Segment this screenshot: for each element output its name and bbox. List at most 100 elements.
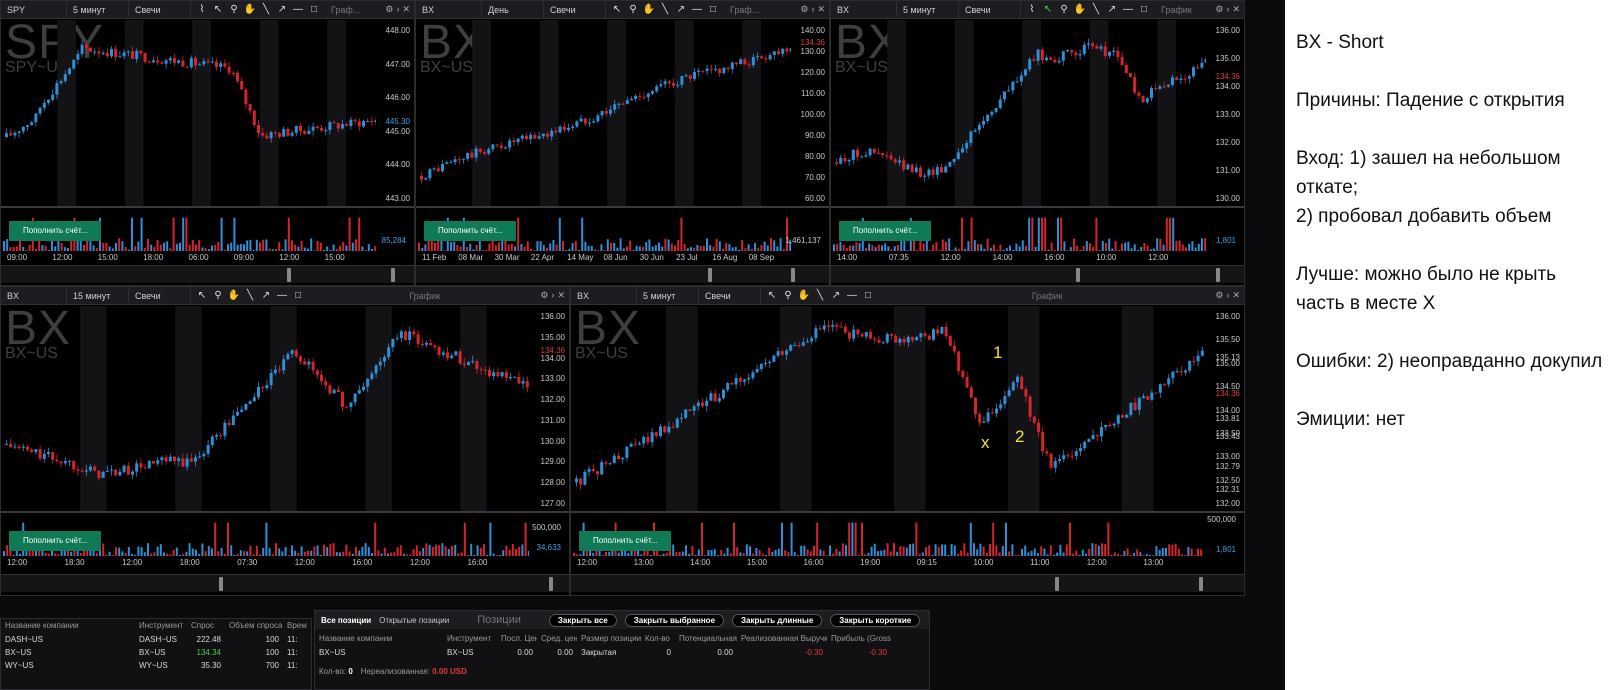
hline-tool-icon[interactable]: — <box>690 3 704 17</box>
settings-icon[interactable]: ⚙ <box>1215 4 1223 15</box>
rect-tool-icon[interactable]: □ <box>1137 3 1151 17</box>
rect-tool-icon[interactable]: □ <box>307 3 321 17</box>
navigator-handle-right[interactable] <box>1216 268 1220 282</box>
chart-type-selector[interactable]: Свечи <box>129 287 191 304</box>
line-tool-icon[interactable]: ╲ <box>259 3 273 17</box>
navigator-handle-left[interactable] <box>287 268 291 282</box>
positions-col-header[interactable]: Сред. цена <box>537 632 577 646</box>
price-chart[interactable] <box>831 20 1206 206</box>
rect-tool-icon[interactable]: □ <box>291 289 305 303</box>
cursor-icon[interactable]: ↖ <box>765 289 779 303</box>
zoom-icon[interactable]: ⚲ <box>211 289 225 303</box>
tab-open-positions[interactable]: Открытые позиции <box>379 616 449 625</box>
interval-selector[interactable]: 5 минут <box>637 287 699 304</box>
timeline-navigator[interactable] <box>571 574 1244 592</box>
navigator-handle-left[interactable] <box>1055 577 1059 591</box>
positions-col-header[interactable]: Размер позиции <box>577 632 641 646</box>
hline-tool-icon[interactable]: — <box>291 3 305 17</box>
deposit-button[interactable]: Пополнить счёт... <box>9 531 102 551</box>
list-item[interactable]: WY~US WY~US 35.30 700 11: <box>1 659 311 672</box>
close-short-button[interactable]: Закрыть короткие <box>830 613 921 627</box>
close-all-button[interactable]: Закрыть все <box>548 613 617 627</box>
line-tool-icon[interactable]: ╲ <box>243 289 257 303</box>
cursor-icon[interactable]: ↖ <box>1041 3 1055 17</box>
interval-selector[interactable]: 15 минут <box>67 287 129 304</box>
deposit-button[interactable]: Пополнить счёт... <box>9 221 102 241</box>
positions-col-header[interactable]: Потенциальная <box>675 632 737 646</box>
cursor-icon[interactable]: ↖ <box>211 3 225 17</box>
chevron-icon[interactable]: › <box>1226 290 1229 301</box>
list-item[interactable]: BX~US BX~US 134.34 100 11: <box>1 646 311 659</box>
navigator-handle-right[interactable] <box>549 577 553 591</box>
hline-tool-icon[interactable]: — <box>275 289 289 303</box>
chart-type-selector[interactable]: Свечи <box>544 1 606 18</box>
interval-selector[interactable]: День <box>482 1 544 18</box>
chart-type-selector[interactable]: Свечи <box>959 1 1021 18</box>
col-bid-size[interactable]: Объем спроса <box>225 619 283 633</box>
chart-type-selector[interactable]: Свечи <box>129 1 191 18</box>
close-icon[interactable]: ✕ <box>402 4 410 15</box>
chart-type-selector[interactable]: Свечи <box>699 287 761 304</box>
list-item[interactable]: DASH~US DASH~US 222.48 100 11: <box>1 633 311 646</box>
navigator-handle-right[interactable] <box>391 268 395 282</box>
chevron-icon[interactable]: › <box>396 4 399 15</box>
rect-tool-icon[interactable]: □ <box>861 289 875 303</box>
hline-tool-icon[interactable]: — <box>845 289 859 303</box>
price-chart[interactable] <box>416 20 791 206</box>
positions-col-header[interactable]: Реализованная Выручка <box>737 632 827 646</box>
settings-icon[interactable]: ⚙ <box>385 4 393 15</box>
close-icon[interactable]: ✕ <box>817 4 825 15</box>
timeline-navigator[interactable] <box>416 265 829 283</box>
cursor-icon[interactable]: ↖ <box>610 3 624 17</box>
close-icon[interactable]: ✕ <box>557 290 565 301</box>
pan-hand-icon[interactable]: ✋ <box>1073 3 1087 17</box>
chevron-icon[interactable]: › <box>1226 4 1229 15</box>
zoom-icon[interactable]: ⚲ <box>1057 3 1071 17</box>
arrow-tool-icon[interactable]: ↗ <box>275 3 289 17</box>
pan-hand-icon[interactable]: ✋ <box>797 289 811 303</box>
navigator-handle-left[interactable] <box>708 268 712 282</box>
settings-icon[interactable]: ⚙ <box>540 290 548 301</box>
close-icon[interactable]: ✕ <box>1232 290 1240 301</box>
deposit-button[interactable]: Пополнить счёт... <box>579 531 672 551</box>
positions-col-header[interactable]: Посл. Цена <box>497 632 537 646</box>
navigator-handle-left[interactable] <box>1076 268 1080 282</box>
tab-all-positions[interactable]: Все позиции <box>321 616 371 625</box>
close-selected-button[interactable]: Закрыть выбранное <box>624 613 725 627</box>
zoom-icon[interactable]: ⚲ <box>781 289 795 303</box>
line-tool-icon[interactable]: ╲ <box>813 289 827 303</box>
deposit-button[interactable]: Пополнить счёт... <box>839 221 932 241</box>
col-bid[interactable]: Спрос <box>187 619 225 633</box>
positions-col-header[interactable]: Название компании <box>315 632 443 646</box>
col-instrument[interactable]: Инструмент <box>135 619 187 633</box>
table-row[interactable]: BX~US BX~US 0.00 0.00 Закрытая 0 0.00 -0.30 -0.3… <box>315 646 929 659</box>
col-company[interactable]: Название компании <box>1 619 135 633</box>
timeline-navigator[interactable] <box>1 265 414 283</box>
hline-tool-icon[interactable]: — <box>1121 3 1135 17</box>
navigator-handle-left[interactable] <box>219 577 223 591</box>
positions-col-header[interactable]: Прибыль (Gross) <box>827 632 891 646</box>
deposit-button[interactable]: Пополнить счёт... <box>424 221 517 241</box>
price-chart[interactable] <box>571 306 1204 511</box>
chevron-icon[interactable]: › <box>811 4 814 15</box>
pan-hand-icon[interactable]: ✋ <box>642 3 656 17</box>
navigator-handle-right[interactable] <box>1199 577 1203 591</box>
timeline-navigator[interactable] <box>1 574 569 592</box>
positions-col-header[interactable]: Кол-во <box>641 632 675 646</box>
navigator-handle-right[interactable] <box>791 268 795 282</box>
settings-icon[interactable]: ⚙ <box>800 4 808 15</box>
arrow-tool-icon[interactable]: ↗ <box>829 289 843 303</box>
cursor-icon[interactable]: ↖ <box>195 289 209 303</box>
line-tool-icon[interactable]: ╲ <box>658 3 672 17</box>
arrow-tool-icon[interactable]: ↗ <box>259 289 273 303</box>
positions-col-header[interactable]: Инструмент <box>443 632 497 646</box>
interval-selector[interactable]: 5 минут <box>897 1 959 18</box>
price-chart[interactable] <box>1 20 376 206</box>
arrow-tool-icon[interactable]: ↗ <box>1105 3 1119 17</box>
price-chart[interactable] <box>1 306 529 511</box>
timeline-navigator[interactable] <box>831 265 1244 283</box>
close-icon[interactable]: ✕ <box>1232 4 1240 15</box>
chevron-icon[interactable]: › <box>551 290 554 301</box>
zoom-icon[interactable]: ⚲ <box>626 3 640 17</box>
close-long-button[interactable]: Закрыть длинные <box>732 613 823 627</box>
